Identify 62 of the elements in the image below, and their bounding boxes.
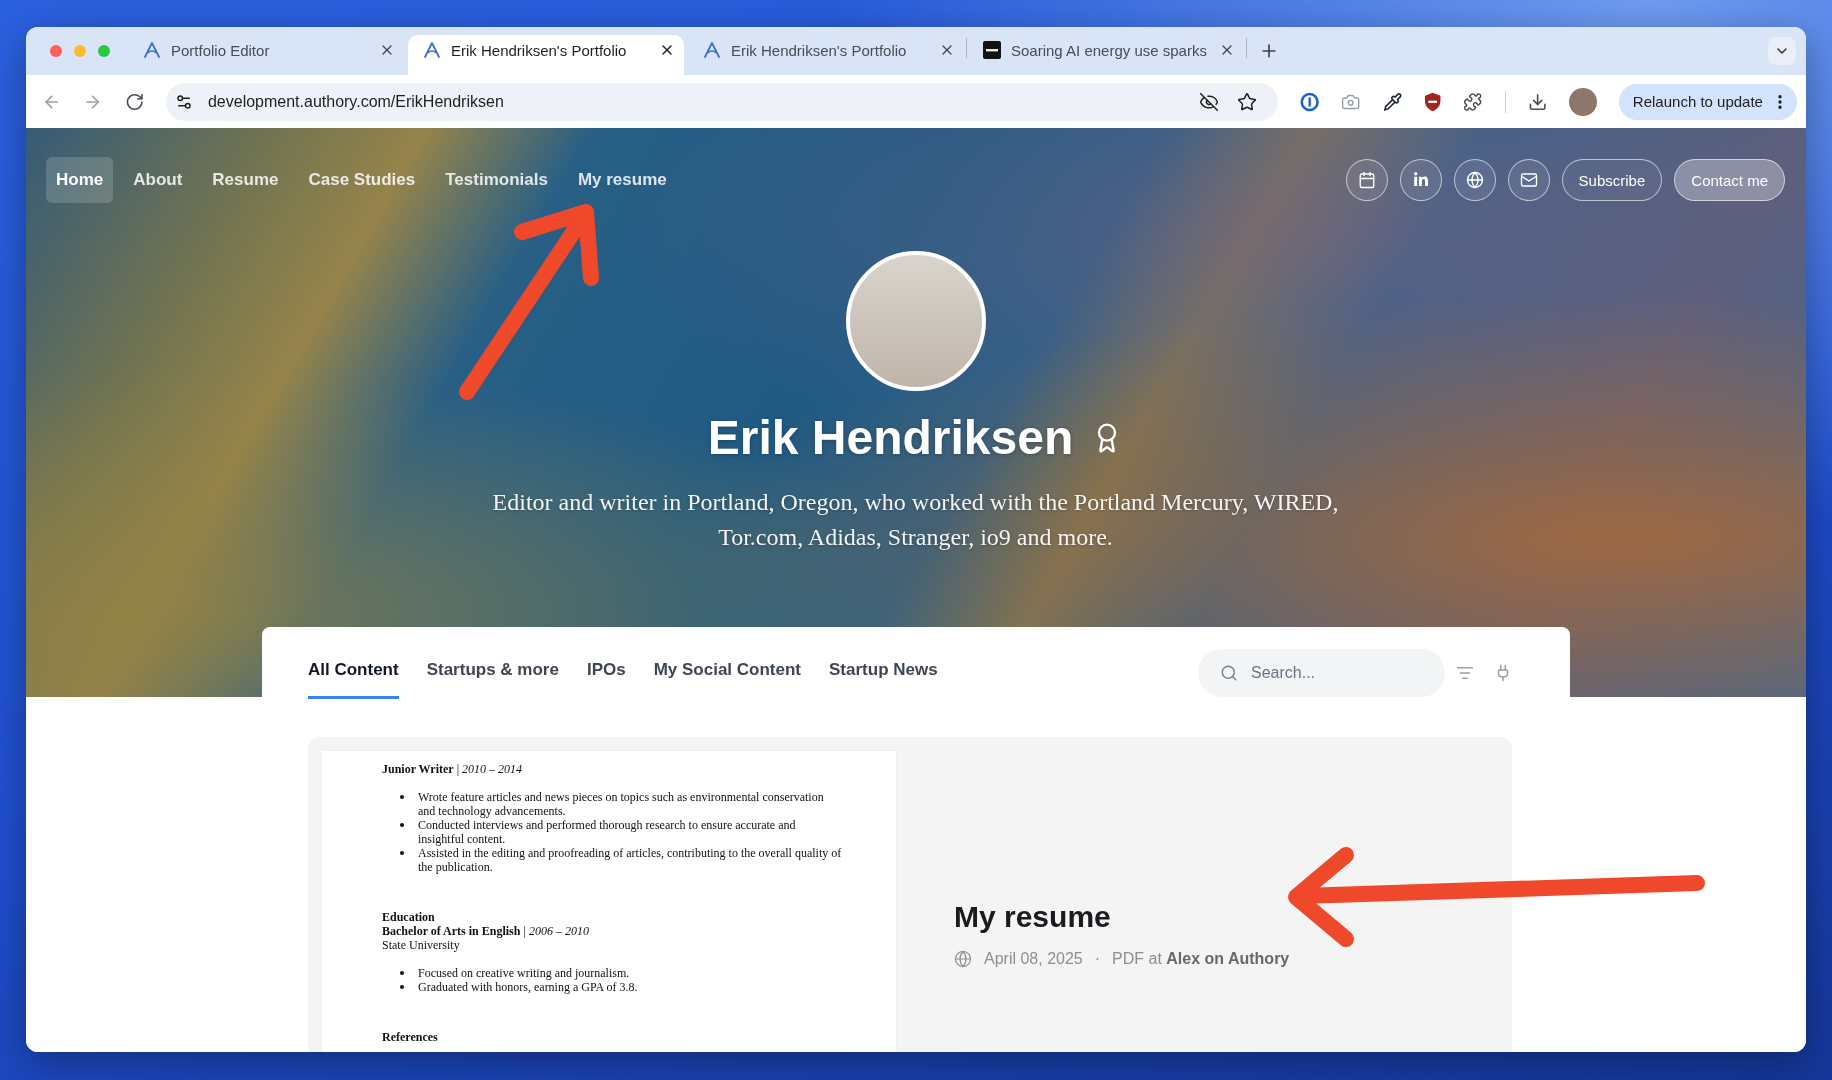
item-title[interactable]: My resume <box>954 899 1290 935</box>
globe-icon <box>954 950 972 968</box>
browser-tab[interactable]: Erik Hendriksen's Portfolio <box>688 35 964 75</box>
bullet-icon <box>400 851 404 855</box>
item-date: April 08, 2025 <box>984 949 1083 969</box>
resume-text: Junior Writer | 2010 – 2014 <box>382 762 524 776</box>
pipette-icon[interactable] <box>1382 91 1402 112</box>
resume-bullet-text: Assisted in the editing and proofreading of articles, contributing to the overall quality of the publication. <box>418 846 843 874</box>
item-source: PDF at Alex on Authory <box>1112 949 1290 969</box>
bullet-icon <box>400 795 404 799</box>
resume-text: Bachelor of Arts in English | 2006 – 2010 <box>382 924 590 938</box>
content-tab[interactable]: All Content <box>308 660 399 699</box>
subscribe-button[interactable]: Subscribe <box>1561 159 1663 201</box>
nav-link[interactable]: Home <box>46 157 114 203</box>
content-tab[interactable]: My Social Content <box>653 660 801 699</box>
profile-bio: Editor and writer in Portland, Oregon, who worked with the Portland Mercury, WIRED, Tor.com, Adidas, Stranger, io9 and more. <box>491 488 1340 552</box>
resume-heading: Education <box>382 910 436 924</box>
browser-tab[interactable]: Soaring AI energy use sparks <box>968 35 1244 75</box>
bullet-icon <box>400 971 404 975</box>
triangle-logo-icon <box>703 41 721 59</box>
reload-icon[interactable] <box>124 91 144 112</box>
globe-icon[interactable] <box>1453 159 1496 201</box>
download-icon[interactable] <box>1527 91 1547 112</box>
triangle-logo-icon <box>423 41 441 59</box>
sliders-icon[interactable] <box>174 92 193 111</box>
mail-icon[interactable] <box>1507 159 1550 201</box>
browser-tab[interactable]: Erik Hendriksen's Portfolio <box>408 35 684 75</box>
triangle-logo-icon <box>143 41 161 59</box>
browser-tab[interactable]: Portfolio Editor <box>128 35 404 75</box>
shield-icon[interactable] <box>1423 91 1442 112</box>
square-favicon-icon <box>983 41 1001 59</box>
content-tab[interactable]: Startups & more <box>426 660 559 699</box>
address-bar[interactable]: development.authory.com/ErikHendriksen <box>165 82 1278 121</box>
content-tab[interactable]: Startup News <box>829 660 938 699</box>
filter-icon[interactable] <box>1456 664 1474 682</box>
bullet-icon <box>400 985 404 989</box>
puzzle-icon[interactable] <box>1463 91 1483 112</box>
nav-link[interactable]: About <box>123 157 193 203</box>
resume-bullet-text: Conducted interviews and performed thorough research to ensure accurate and insightful content. <box>418 818 797 846</box>
search-field[interactable]: Search... <box>1198 649 1445 697</box>
resume-bullet-text: Focused on creative writing and journalism. <box>418 966 631 980</box>
nav-link[interactable]: Resume <box>202 157 289 203</box>
nav-link[interactable]: My resume <box>567 157 677 203</box>
nav-link[interactable]: Testimonials <box>435 157 558 203</box>
profile-name: Erik Hendriksen <box>707 410 1074 466</box>
relaunch-button[interactable]: Relaunch to update <box>1618 83 1797 120</box>
content-card[interactable] <box>308 737 1512 1052</box>
ring-icon[interactable] <box>1299 91 1320 112</box>
bullet-icon <box>400 823 404 827</box>
content-tab[interactable]: IPOs <box>586 660 626 699</box>
linkedin-icon[interactable] <box>1399 159 1442 201</box>
chevron-down-icon[interactable] <box>1768 37 1796 65</box>
resume-bullet-text: Wrote feature articles and news pieces on topics such as environmental conservation and technology advancements. <box>418 790 825 818</box>
search-icon <box>1220 664 1238 682</box>
resume-heading: References <box>382 1030 439 1044</box>
separator-dot: · <box>1094 949 1101 969</box>
resume-bullet-text: Graduated with honors, earning a GPA of 3.8. <box>418 980 639 994</box>
resume-text: State University <box>382 938 461 952</box>
avatar-icon[interactable] <box>1568 87 1597 116</box>
calendar-icon[interactable] <box>1345 159 1388 201</box>
eye-off-icon[interactable] <box>1198 91 1219 112</box>
star-icon[interactable] <box>1236 91 1257 112</box>
